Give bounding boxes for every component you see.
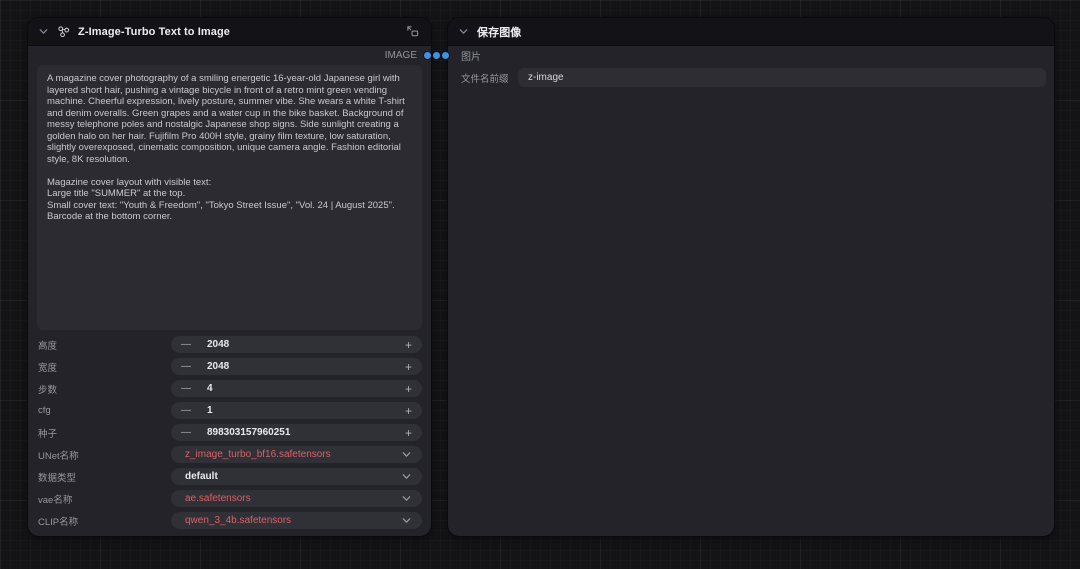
- widget-value: 898303157960251: [207, 427, 290, 438]
- vae-name-combo[interactable]: ae.safetensors: [171, 490, 422, 507]
- decrement-button[interactable]: —: [181, 340, 191, 350]
- widget-value: 2048: [207, 361, 229, 372]
- decrement-button[interactable]: —: [181, 362, 191, 372]
- widget-row: 种子 — 898303157960251 +: [37, 424, 422, 441]
- widget-value: 1: [207, 405, 213, 416]
- field-row: 文件名前缀 z-image: [461, 68, 1046, 87]
- link-midpoint-dot[interactable]: [432, 51, 441, 60]
- width-widget[interactable]: — 2048 +: [171, 358, 422, 375]
- decrement-button[interactable]: —: [181, 384, 191, 394]
- chevron-down-icon: [401, 449, 412, 460]
- output-slot-label: IMAGE: [385, 50, 417, 61]
- widget-label: cfg: [37, 405, 171, 416]
- combo-value: default: [185, 471, 218, 482]
- widget-row: UNet名称 z_image_turbo_bf16.safetensors: [37, 446, 422, 463]
- increment-button[interactable]: +: [405, 427, 412, 439]
- output-slot-image[interactable]: IMAGE: [28, 46, 431, 64]
- widget-row: cfg — 1 +: [37, 402, 422, 419]
- widget-label: UNet名称: [37, 448, 171, 462]
- decrement-button[interactable]: —: [181, 406, 191, 416]
- node-canvas[interactable]: Z-Image-Turbo Text to Image IMAGE A maga…: [0, 0, 1080, 569]
- node-title: Z-Image-Turbo Text to Image: [78, 26, 230, 38]
- input-port-dot[interactable]: [441, 51, 450, 60]
- widget-label: 宽度: [37, 360, 171, 374]
- combo-value: z_image_turbo_bf16.safetensors: [185, 449, 331, 460]
- cfg-widget[interactable]: — 1 +: [171, 402, 422, 419]
- widget-label: 步数: [37, 382, 171, 396]
- collapse-chevron-icon[interactable]: [38, 26, 49, 37]
- widget-row: 数据类型 default: [37, 468, 422, 485]
- widget-row: vae名称 ae.safetensors: [37, 490, 422, 507]
- widget-label: 数据类型: [37, 470, 171, 484]
- filename-prefix-input[interactable]: z-image: [518, 68, 1046, 87]
- chevron-down-icon: [401, 493, 412, 504]
- widget-value: 2048: [207, 339, 229, 350]
- clip-name-combo[interactable]: qwen_3_4b.safetensors: [171, 512, 422, 529]
- increment-button[interactable]: +: [405, 361, 412, 373]
- collapse-chevron-icon[interactable]: [458, 26, 469, 37]
- widget-row: CLIP名称 qwen_3_4b.safetensors: [37, 512, 422, 529]
- increment-button[interactable]: +: [405, 405, 412, 417]
- input-slot-image[interactable]: 图片: [448, 46, 1054, 64]
- filename-prefix-value: z-image: [528, 72, 564, 83]
- node-header-left[interactable]: Z-Image-Turbo Text to Image: [28, 18, 431, 46]
- weight-dtype-combo[interactable]: default: [171, 468, 422, 485]
- node-title: 保存图像: [477, 24, 521, 40]
- node-header-right[interactable]: 保存图像: [448, 18, 1054, 46]
- combo-value: ae.safetensors: [185, 493, 251, 504]
- widget-label: CLIP名称: [37, 514, 171, 528]
- input-slot-label: 图片: [461, 48, 481, 63]
- chevron-down-icon: [401, 515, 412, 526]
- increment-button[interactable]: +: [405, 339, 412, 351]
- output-port-dot[interactable]: [423, 51, 432, 60]
- node-z-image-turbo[interactable]: Z-Image-Turbo Text to Image IMAGE A maga…: [27, 17, 432, 537]
- steps-widget[interactable]: — 4 +: [171, 380, 422, 397]
- decrement-button[interactable]: —: [181, 428, 191, 438]
- field-label: 文件名前缀: [461, 71, 518, 85]
- widget-row: 高度 — 2048 +: [37, 336, 422, 353]
- convert-to-subgraph-icon[interactable]: [406, 25, 419, 38]
- widget-row: 步数 — 4 +: [37, 380, 422, 397]
- widget-label: vae名称: [37, 492, 171, 506]
- node-type-icon: [57, 25, 70, 38]
- prompt-textarea[interactable]: A magazine cover photography of a smilin…: [37, 65, 422, 330]
- unet-name-combo[interactable]: z_image_turbo_bf16.safetensors: [171, 446, 422, 463]
- combo-value: qwen_3_4b.safetensors: [185, 515, 291, 526]
- height-widget[interactable]: — 2048 +: [171, 336, 422, 353]
- increment-button[interactable]: +: [405, 383, 412, 395]
- widget-label: 高度: [37, 338, 171, 352]
- widget-value: 4: [207, 383, 213, 394]
- seed-widget[interactable]: — 898303157960251 +: [171, 424, 422, 441]
- widget-row: 宽度 — 2048 +: [37, 358, 422, 375]
- node-save-image[interactable]: 保存图像 图片 文件名前缀 z-image: [447, 17, 1055, 537]
- widget-label: 种子: [37, 426, 171, 440]
- chevron-down-icon: [401, 471, 412, 482]
